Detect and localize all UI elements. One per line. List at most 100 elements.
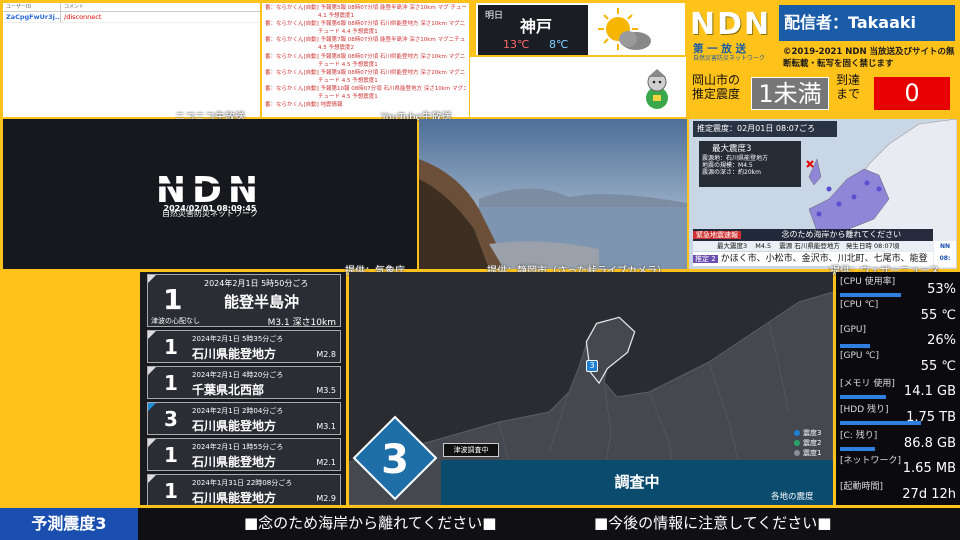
sysmon-label: [ネットワーク] [840, 456, 902, 467]
eq-area: 能登半島沖 [224, 293, 300, 311]
card-corner-marker [148, 403, 156, 411]
sysmon-label: [CPU 使用率] [840, 277, 896, 287]
youtube-comment-line: 番：ならかくん[自動] 予報第6報 08時07分頃 石川県能登地方 深さ10km… [265, 21, 466, 28]
sysmon-label: [C: 残り] [840, 430, 878, 441]
camera-landscape-image [419, 119, 687, 269]
eq-area: 千葉県北西部 [192, 383, 265, 397]
eq-area: 石川県能登地方 [192, 347, 277, 361]
estimated-intensity-value: 1未満 [751, 77, 829, 110]
eew-banner-title: 緊急地震速報 [693, 231, 741, 239]
youtube-comment-line: 番：ならかくん[自動] 予報第10報 08時07分頃 石川県能登地方 深さ10k… [265, 85, 466, 92]
sysmon-bar [840, 395, 887, 400]
sysmon-metric: [起動時間] 27d 12h [838, 478, 958, 504]
eq-intensity: 1 [164, 335, 178, 359]
youtube-comment-line: チュード 4.5 予想震度1 [318, 77, 378, 84]
latest-earthquake-card[interactable]: 2024年2月1日 5時50分ごろ 1 能登半島沖 M3.1 深さ10km 津波… [147, 274, 341, 328]
eq-magnitude: M3.1 深さ10km [267, 318, 336, 328]
legend-label: 震度2 [803, 439, 822, 447]
eew-info-time: 08:07頃 [873, 242, 900, 250]
sysmon-metric: [ネットワーク] 1.65 MB [838, 452, 958, 478]
eq-magnitude: M2.1 [316, 458, 336, 467]
map-caption: 各地の震度 [771, 492, 814, 502]
youtube-comment-line: チュード 4.4 予想震度1 [318, 29, 378, 36]
sysmon-label: [HDD 残り] [840, 405, 889, 415]
arrival-countdown: 0 [874, 77, 950, 110]
comment-text: /disconnect [64, 13, 102, 21]
eq-area: 石川県能登地方 [192, 455, 277, 469]
intensity-marker[interactable]: 3 [586, 360, 598, 372]
sysmon-metric: [C: 残り] 86.8 GB [838, 427, 958, 453]
arrival-label-line2: まで [836, 87, 861, 101]
earthquake-list-item[interactable]: 2024年2月1日 1時55分ごろ 1 石川県能登地方 M2.1 [147, 438, 341, 471]
bosai-title: 第 一 放 送 自然災害防災ネットワーク [693, 44, 771, 64]
sysmon-value: 55 ℃ [920, 358, 956, 374]
weather-widget: 明日 神戸 13℃ 8℃ [476, 3, 685, 55]
youtube-comment-line: 番：ならかくん[自動] 予報第5報 08時07分頃 能登半島沖 深さ10km マ… [265, 5, 466, 11]
earthquake-list-item[interactable]: 2024年2月1日 4時20分ごろ 1 千葉県北西部 M3.5 [147, 366, 341, 399]
eew-detail-box: 最大震度3 震源地：石川県能登地方 地震の規模：M4.5 震源の深さ：約20km [699, 141, 801, 187]
ndn-title-graphic: NDN 自然災害防災ネットワーク [153, 170, 265, 218]
youtube-comment-line: 番：ならかくん[自動] 予報第9報 08時07分頃 石川県能登地方 深さ20km… [265, 69, 466, 76]
sysmon-value: 53% [927, 282, 956, 297]
sysmon-label: [メモリ 使用] [840, 379, 895, 390]
eq-magnitude: M2.9 [316, 494, 336, 503]
eew-map-title: 推定震度：02月01日 08:07ごろ [693, 121, 837, 137]
pref-label-line1: 岡山市の [692, 73, 741, 87]
eew-depth: ：約20km [732, 169, 761, 176]
eq-magnitude: M3.1 [316, 422, 336, 431]
legend-dot-icon [794, 440, 800, 446]
earthquake-list-item[interactable]: 2024年1月31日 22時08分ごろ 1 石川県能登地方 M2.9 [147, 474, 341, 505]
ndn-title-panel: NDN 自然災害防災ネットワーク 2024/02/01 08:09:45 [3, 119, 417, 269]
ndn-datetime: 2024/02/01 08:09:45 [163, 204, 257, 213]
eq-magnitude: M3.5 [316, 386, 336, 395]
sysmon-label: [GPU ℃] [840, 350, 879, 361]
eew-max-intensity: 最大震度3 [712, 144, 752, 154]
eq-time: 2024年2月1日 1時55分ごろ [192, 443, 284, 451]
card-corner-marker [148, 275, 156, 283]
sysmon-label: [CPU ℃] [840, 299, 879, 310]
earthquake-history-list: 2024年2月1日 5時50分ごろ 1 能登半島沖 M3.1 深さ10km 津波… [140, 272, 346, 505]
youtube-comment-line: 4.1 予想震度1 [318, 13, 354, 20]
sysmon-metric: [CPU ℃] 55 ℃ [838, 299, 958, 325]
ticker-intensity-label: 予測震度3 [0, 508, 138, 540]
earthquake-list-item[interactable]: 2024年2月1日 2時04分ごろ 3 石川県能登地方 M3.1 [147, 402, 341, 435]
eq-intensity: 3 [164, 407, 178, 431]
eq-magnitude: M2.8 [316, 350, 336, 359]
legend-label: 震度3 [803, 429, 822, 437]
ticker-message-1: ■念のため海岸から離れてください■ [244, 514, 497, 532]
sysmon-metric: [メモリ 使用] 14.1 GB [838, 375, 958, 401]
eq-intensity: 1 [164, 443, 178, 467]
eq-time: 2024年2月1日 5時35分ごろ [192, 335, 284, 343]
eq-time: 2024年1月31日 22時08分ごろ [192, 479, 293, 487]
youtube-comment-line: 4.5 予想震度2 [318, 45, 354, 52]
youtube-comment-line: 番：ならかくん[自動] 予報第8報 08時07分頃 石川県能登地方 深さ10km… [265, 53, 466, 60]
youtube-comment-line: 番：ならかくん[自動] 予報第7報 08時07分頃 能登半島沖 深さ10km マ… [265, 37, 466, 44]
sysmon-metric: [GPU ℃] 55 ℃ [838, 350, 958, 376]
comment-user-id: ZaCpgFwUr3j... [3, 12, 61, 22]
arrival-label-line1: 到達 [836, 73, 861, 87]
eew-scroll-tag: 推定 2 [693, 255, 718, 263]
intensity-legend: 震度3 震度2 震度1 [794, 428, 821, 458]
eew-mag: ：M4.5 [732, 162, 753, 169]
sysmon-value: 55 ℃ [920, 307, 956, 323]
bosai-sub: 自然災害防災ネットワーク [693, 55, 766, 62]
estimated-intensity-label: 岡山市の 推定震度 [692, 73, 740, 101]
pref-label-line2: 推定震度 [692, 87, 741, 101]
eew-epicenter: ：石川県能登地方 [720, 155, 769, 162]
earthquake-list-item[interactable]: 2024年2月1日 5時35分ごろ 1 石川県能登地方 M2.8 [147, 330, 341, 363]
youtube-comment-panel: 番：ならかくん[自動] 予報第5報 08時07分頃 能登半島沖 深さ10km マ… [262, 3, 469, 117]
system-monitor-panel: [CPU 使用率] 53% [CPU ℃] 55 ℃ [GPU] 26% [GPU ℃] 55… [836, 272, 960, 505]
eq-area: 石川県能登地方 [192, 491, 277, 505]
max-intensity-value: 3 [381, 437, 409, 483]
eq-intensity: 1 [163, 283, 183, 316]
legend-item: 震度3 [794, 428, 821, 438]
eew-info-bar: 最大震度3 M4.5 震源 石川県能登地方 発生日時 08:07頃 [693, 241, 933, 251]
eew-estimated-intensity-map: 推定震度：02月01日 08:07ごろ 最大震度3 震源地：石川県能登地方 地震… [689, 119, 957, 269]
distributor-banner: 配信者：Takaaki [779, 5, 955, 41]
card-corner-marker [148, 367, 156, 375]
eq-time: 2024年2月1日 4時20分ごろ [192, 371, 284, 379]
sysmon-label: [GPU] [840, 325, 867, 336]
mascot-panel [470, 57, 686, 117]
eew-info-time-label: 発生日時 [845, 242, 872, 250]
tsunami-check-badge: 津波調査中 [443, 443, 499, 457]
